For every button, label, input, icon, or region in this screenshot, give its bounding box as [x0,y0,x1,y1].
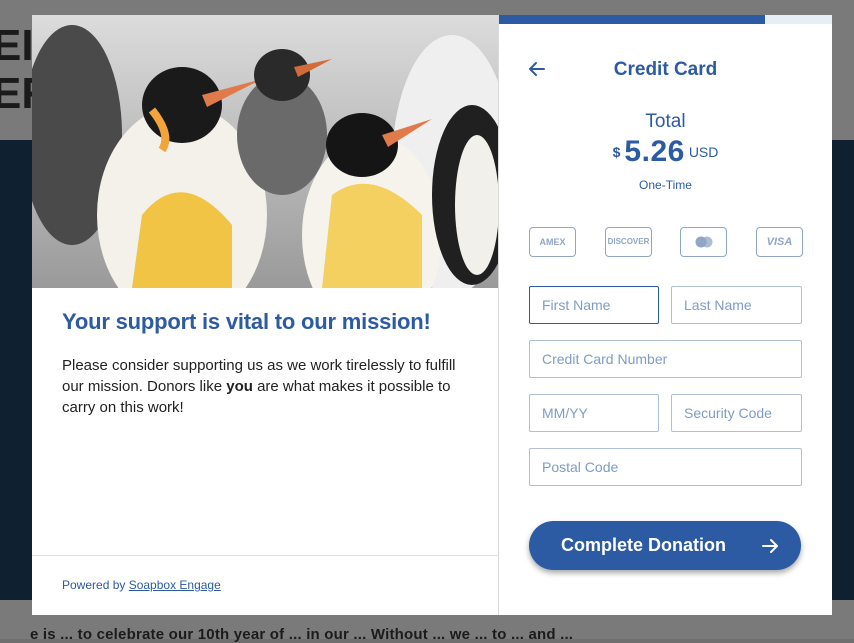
total-label: Total [645,111,686,132]
discover-icon: DISCOVER [605,227,652,257]
progress-bar [499,15,832,24]
currency-symbol: $ [612,144,621,160]
mastercard-icon [680,227,727,257]
complete-donation-label: Complete Donation [561,535,726,555]
campaign-hero-image [32,15,498,288]
accepted-cards: AMEX DISCOVER VISA [529,227,803,257]
first-name-field[interactable] [529,286,659,324]
background-body-text: e is ... to celebrate our 10th year of .… [30,626,574,643]
campaign-headline: Your support is vital to our mission! [62,309,431,334]
expiry-field[interactable] [529,394,659,432]
security-code-field[interactable] [671,394,802,432]
description-emphasis: you [226,378,253,395]
card-number-field[interactable] [529,340,802,378]
powered-by-label: Powered by [62,578,129,592]
soapbox-engage-link[interactable]: Soapbox Engage [129,578,221,592]
payment-method-title: Credit Card [613,59,718,80]
total-amount: $5.26 USD [499,135,832,169]
amex-icon: AMEX [529,227,576,257]
progress-bar-fill [499,15,766,24]
amount-value: 5.26 [624,135,685,168]
payment-panel: Credit Card Total $5.26 USD One-Time AMEX… [499,15,832,615]
donation-frequency: One-Time [639,178,692,192]
modal-footer: Powered by Soapbox Engage [32,555,498,616]
visa-icon: VISA [756,227,803,257]
postal-code-field[interactable] [529,448,802,486]
currency-code: USD [688,144,719,160]
complete-donation-button[interactable]: Complete Donation [529,521,801,570]
campaign-description: Please consider supporting us as we work… [62,355,462,418]
last-name-field[interactable] [671,286,802,324]
campaign-panel: Your support is vital to our mission! Pl… [32,15,499,615]
donation-modal: Your support is vital to our mission! Pl… [32,15,832,615]
arrow-right-icon [762,539,778,553]
powered-by: Powered by Soapbox Engage [62,578,221,592]
